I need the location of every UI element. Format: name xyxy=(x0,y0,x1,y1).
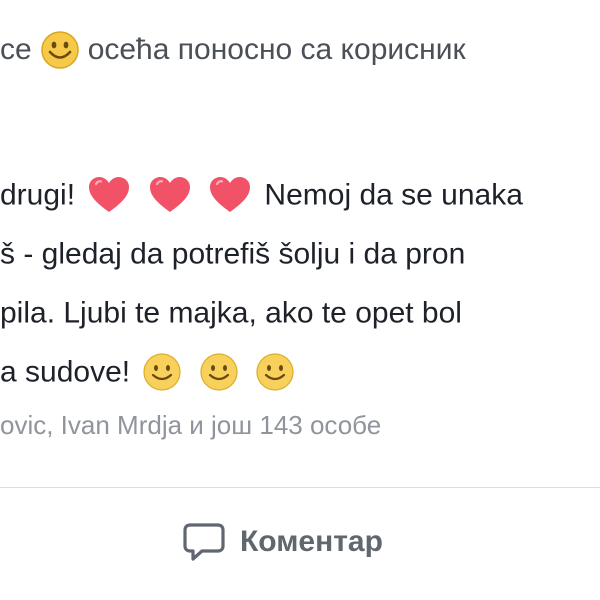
divider xyxy=(0,487,600,488)
post-line-1-start: drugi! xyxy=(0,178,76,212)
smile-emoji-icon xyxy=(143,353,182,391)
smile-emoji-icon xyxy=(40,31,79,69)
post-line-1-end: Nemoj da se unaka xyxy=(264,178,523,212)
header-prefix: се xyxy=(0,33,32,66)
header-feeling-text: осећа поносно са корисник xyxy=(87,33,466,66)
smile-emoji-icon xyxy=(200,353,238,391)
comment-button[interactable]: Коментар xyxy=(182,520,383,564)
heart-emoji-icon xyxy=(89,177,130,213)
comment-bubble-icon xyxy=(183,523,225,561)
heart-emoji-icon xyxy=(210,177,251,213)
heart-emoji-icon xyxy=(149,177,190,213)
post-line-4-text: a sudove! xyxy=(0,355,131,389)
post-text: drugi! Nemoj da se unaka š - gledaj da p… xyxy=(0,164,600,400)
post-line-3: pila. Ljubi te majka, ako te opet bol xyxy=(0,282,600,341)
post-line-2: š - gledaj da potrefiš šolju i da pron xyxy=(0,223,600,282)
post-line-3-text: pila. Ljubi te majka, ako te opet bol xyxy=(0,296,462,330)
activity-header: се осећа поносно са корисник xyxy=(0,30,466,70)
post-line-4: a sudove! xyxy=(0,341,600,400)
comment-label: Коментар xyxy=(240,525,383,558)
smile-emoji-icon xyxy=(256,353,294,391)
post-line-1: drugi! Nemoj da se unaka xyxy=(0,164,600,223)
post-line-2-text: š - gledaj da potrefiš šolju i da pron xyxy=(0,237,466,271)
reactions-summary[interactable]: ovic, Ivan Mrdja и још 143 особе xyxy=(0,410,381,441)
